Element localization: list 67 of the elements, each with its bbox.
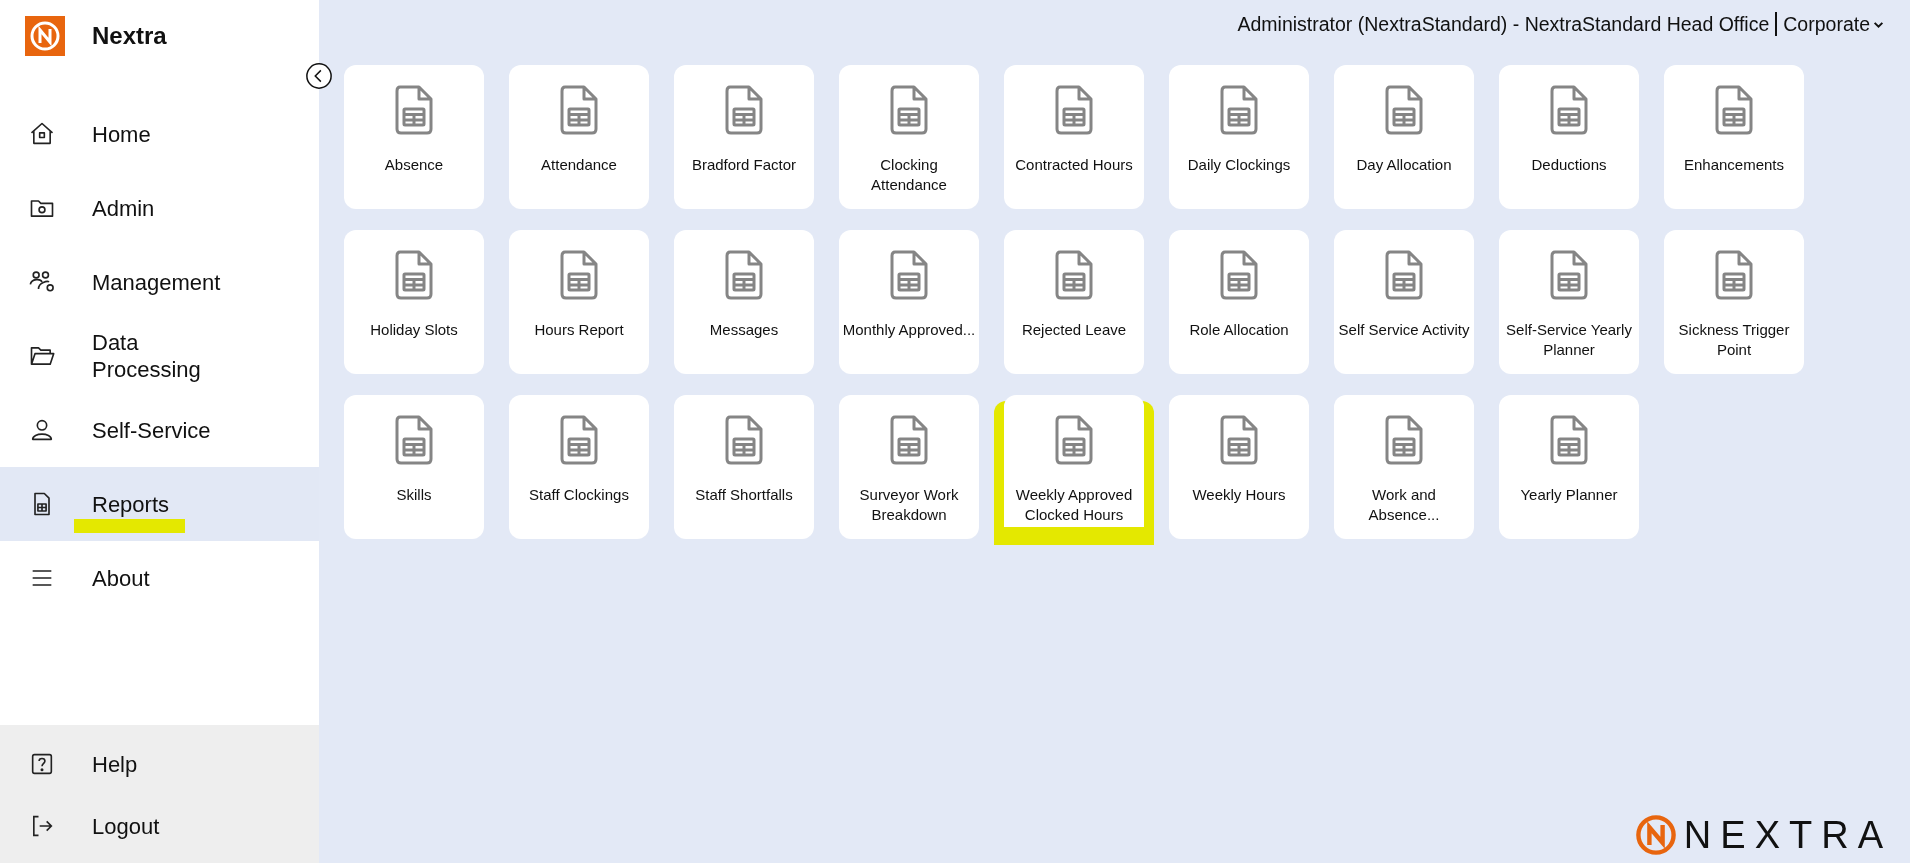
- report-icon: [1220, 250, 1258, 300]
- report-tile[interactable]: Staff Shortfalls: [674, 395, 814, 539]
- report-icon: [725, 85, 763, 135]
- report-icon: [560, 250, 598, 300]
- report-icon: [1220, 415, 1258, 465]
- report-icon: [1385, 250, 1423, 300]
- logo-icon: [25, 16, 65, 56]
- report-tile[interactable]: Hours Report: [509, 230, 649, 374]
- report-tile[interactable]: Work and Absence...: [1334, 395, 1474, 539]
- report-tile[interactable]: Clocking Attendance: [839, 65, 979, 209]
- report-tile[interactable]: Skills: [344, 395, 484, 539]
- nav-item[interactable]: Help: [0, 733, 319, 795]
- report-icon: [1385, 85, 1423, 135]
- report-icon: [1550, 250, 1588, 300]
- report-tile[interactable]: Day Allocation: [1334, 65, 1474, 209]
- report-tile[interactable]: Surveyor Work Breakdown: [839, 395, 979, 539]
- logo-icon: [1633, 813, 1678, 857]
- report-icon: [725, 250, 763, 300]
- nav-item[interactable]: Home: [0, 97, 319, 171]
- nav-item[interactable]: Data Processing: [0, 319, 319, 393]
- report-icon: [1220, 85, 1258, 135]
- report-icon: [395, 85, 433, 135]
- report-icon: [890, 415, 928, 465]
- nav-item[interactable]: Reports: [0, 467, 319, 541]
- report-icon: [1385, 415, 1423, 465]
- app-name: Nextra: [92, 22, 167, 50]
- brand-wordmark: NEXTRA: [1683, 813, 1892, 857]
- report-icon: [560, 85, 598, 135]
- nav-item[interactable]: Admin: [0, 171, 319, 245]
- report-tile[interactable]: Sickness Trigger Point: [1664, 230, 1804, 374]
- report-icon: [1715, 85, 1753, 135]
- report-icon: [395, 415, 433, 465]
- report-tile[interactable]: Yearly Planner: [1499, 395, 1639, 539]
- report-icon: [725, 415, 763, 465]
- report-tile[interactable]: Rejected Leave: [1004, 230, 1144, 374]
- nav-item[interactable]: Logout: [0, 795, 319, 857]
- report-tile[interactable]: Daily Clockings: [1169, 65, 1309, 209]
- report-tile[interactable]: Monthly Approved...: [839, 230, 979, 374]
- report-tile[interactable]: Enhancements: [1664, 65, 1804, 209]
- user-info: Administrator (NextraStandard) - NextraStandard Head Office: [1237, 12, 1770, 36]
- report-icon: [890, 250, 928, 300]
- report-tile[interactable]: Messages: [674, 230, 814, 374]
- report-icon: [1055, 85, 1093, 135]
- report-tile[interactable]: Staff Clockings: [509, 395, 649, 539]
- report-tile[interactable]: Holiday Slots: [344, 230, 484, 374]
- report-icon: [560, 415, 598, 465]
- report-tile[interactable]: Attendance: [509, 65, 649, 209]
- collapse-button[interactable]: [305, 62, 333, 90]
- report-tile[interactable]: Weekly Hours: [1169, 395, 1309, 539]
- report-tile[interactable]: Self Service Activity: [1334, 230, 1474, 374]
- report-icon: [1715, 250, 1753, 300]
- context-dropdown[interactable]: Corporate: [1783, 12, 1884, 36]
- report-icon: [1550, 85, 1588, 135]
- nav-item[interactable]: Self-Service: [0, 393, 319, 467]
- report-tile[interactable]: Deductions: [1499, 65, 1639, 209]
- report-icon: [1550, 415, 1588, 465]
- report-icon: [395, 250, 433, 300]
- report-icon: [890, 85, 928, 135]
- nav-item[interactable]: Management: [0, 245, 319, 319]
- report-tile[interactable]: Contracted Hours: [1004, 65, 1144, 209]
- report-tile[interactable]: Absence: [344, 65, 484, 209]
- report-tile[interactable]: Role Allocation: [1169, 230, 1309, 374]
- report-tile[interactable]: Bradford Factor: [674, 65, 814, 209]
- report-icon: [1055, 415, 1093, 465]
- nav-item[interactable]: About: [0, 541, 319, 615]
- report-tile[interactable]: Self-Service Yearly Planner: [1499, 230, 1639, 374]
- report-icon: [1055, 250, 1093, 300]
